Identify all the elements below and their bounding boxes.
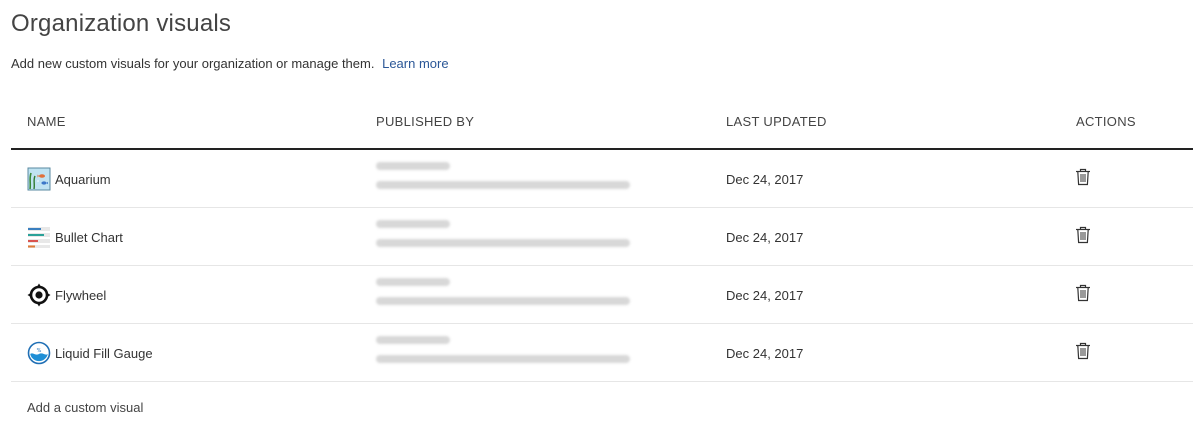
column-header-name: NAME (27, 114, 66, 129)
table-row: Aquarium Dec 24, 2017 (11, 150, 1193, 208)
trash-icon[interactable] (1075, 284, 1091, 302)
learn-more-link[interactable]: Learn more (382, 56, 448, 71)
column-header-published-by: PUBLISHED BY (376, 114, 475, 129)
publisher-blurred (376, 220, 636, 258)
last-updated-date: Dec 24, 2017 (726, 230, 804, 245)
publisher-blurred (376, 336, 636, 374)
svg-text:%: % (37, 348, 42, 354)
visual-name-cell: Flywheel (27, 283, 106, 307)
visual-name-cell: Bullet Chart (27, 225, 123, 249)
bullet-chart-icon (28, 227, 50, 248)
visual-name: Bullet Chart (55, 229, 123, 245)
blurred-publisher-email (376, 355, 630, 363)
last-updated-date: Dec 24, 2017 (726, 288, 804, 303)
visual-name: Aquarium (55, 171, 111, 187)
publisher-blurred (376, 278, 636, 316)
liquid-fill-gauge-icon: % (27, 341, 51, 365)
blurred-publisher-name (376, 278, 450, 286)
trash-icon[interactable] (1075, 168, 1091, 186)
trash-icon[interactable] (1075, 226, 1091, 244)
aquarium-icon (27, 167, 51, 191)
organization-visuals-page: Organization visuals Add new custom visu… (0, 0, 1194, 430)
blurred-publisher-email (376, 297, 630, 305)
blurred-publisher-email (376, 239, 630, 247)
visual-name: Flywheel (55, 287, 107, 303)
last-updated-date: Dec 24, 2017 (726, 346, 804, 361)
blurred-publisher-name (376, 162, 450, 170)
trash-icon[interactable] (1075, 342, 1091, 360)
visual-name: Liquid Fill Gauge (55, 345, 153, 361)
blurred-publisher-name (376, 336, 450, 344)
publisher-blurred (376, 162, 636, 200)
description-text: Add new custom visuals for your organiza… (11, 56, 375, 71)
table-row: % Liquid Fill Gauge Dec 24, 2017 (11, 324, 1193, 382)
blurred-publisher-email (376, 181, 630, 189)
visual-name-cell: Aquarium (27, 167, 111, 191)
last-updated-date: Dec 24, 2017 (726, 172, 804, 187)
table-row: Bullet Chart Dec 24, 2017 (11, 208, 1193, 266)
page-title: Organization visuals (11, 10, 232, 37)
page-description: Add new custom visuals for your organiza… (11, 56, 449, 71)
add-custom-visual-button[interactable]: Add a custom visual (27, 400, 143, 415)
visual-name-cell: % Liquid Fill Gauge (27, 341, 153, 365)
column-header-last-updated: LAST UPDATED (726, 114, 827, 129)
table-header: NAME PUBLISHED BY LAST UPDATED ACTIONS (11, 96, 1193, 150)
table-row: Flywheel Dec 24, 2017 (11, 266, 1193, 324)
flywheel-icon (27, 283, 51, 307)
column-header-actions: ACTIONS (1076, 114, 1136, 129)
blurred-publisher-name (376, 220, 450, 228)
visuals-table: NAME PUBLISHED BY LAST UPDATED ACTIONS A… (11, 96, 1193, 382)
